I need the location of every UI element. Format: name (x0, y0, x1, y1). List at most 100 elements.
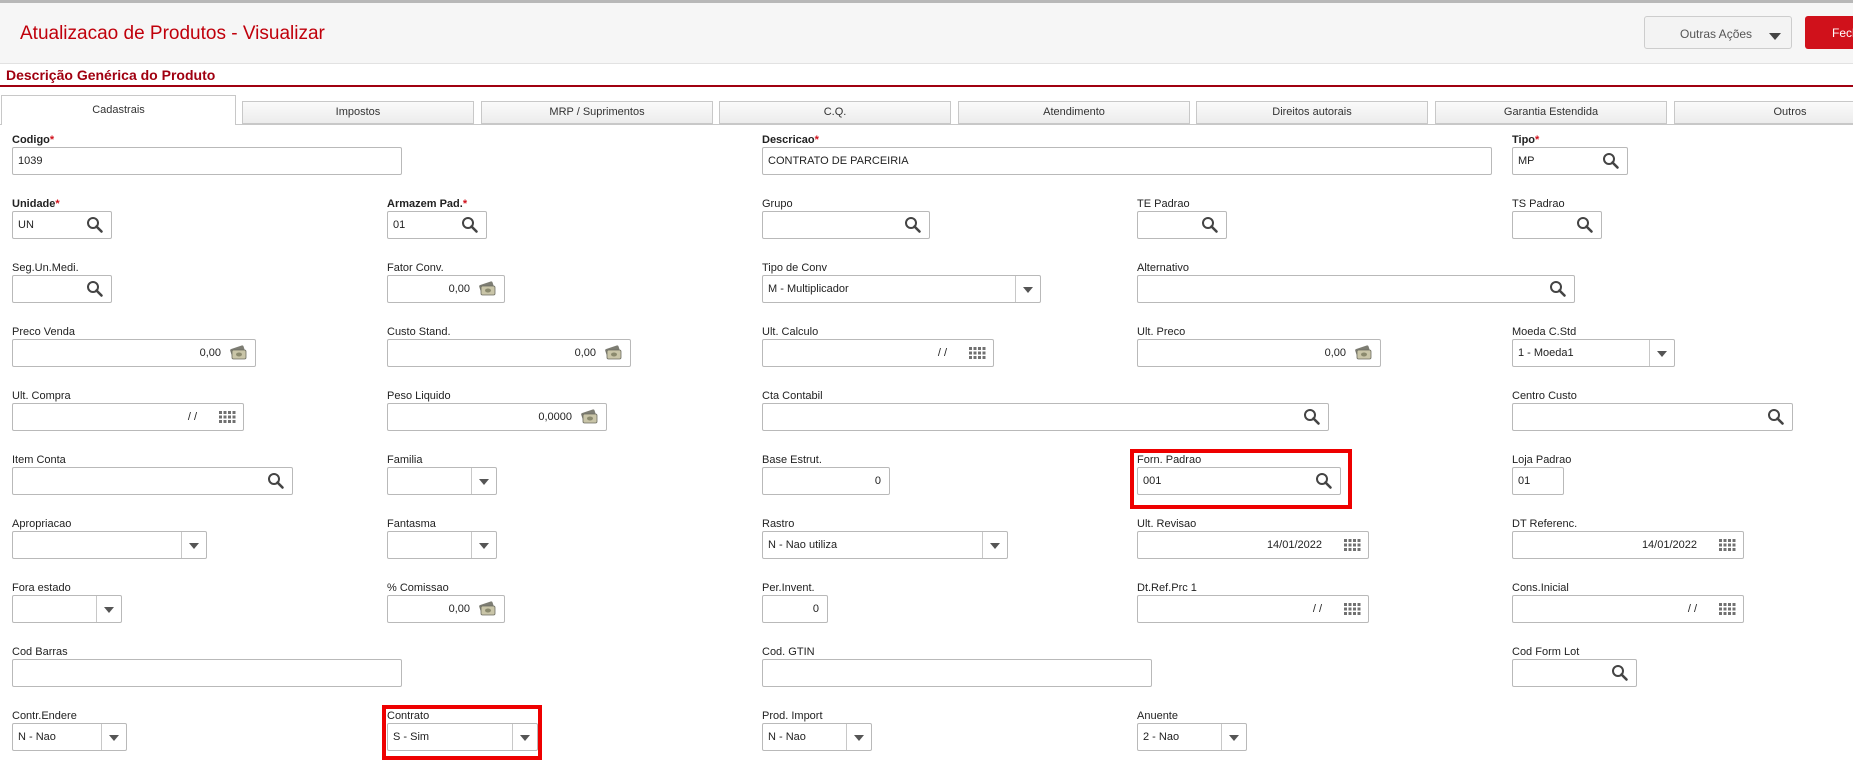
dropdown-button[interactable] (512, 724, 537, 750)
te-padrao-field[interactable] (1137, 211, 1227, 239)
cod-barras-field[interactable] (12, 659, 402, 687)
calculator-icon[interactable] (580, 407, 600, 427)
comissao-value: 0,00 (448, 603, 470, 615)
dt-referenc-field[interactable]: 14/01/2022 (1512, 531, 1744, 559)
unidade-field[interactable]: UN (12, 211, 112, 239)
contr-endere-select[interactable]: N - Nao (12, 723, 127, 751)
outras-acoes-button[interactable]: Outras Ações (1644, 16, 1792, 49)
search-icon[interactable] (1601, 151, 1621, 171)
chevron-down-icon (1023, 287, 1033, 293)
tab-atendimento[interactable]: Atendimento (958, 101, 1190, 124)
dropdown-button[interactable] (101, 724, 126, 750)
item-conta-field[interactable] (12, 467, 293, 495)
search-icon[interactable] (85, 279, 105, 299)
search-icon[interactable] (1302, 407, 1322, 427)
calendar-icon[interactable] (1342, 599, 1362, 619)
dropdown-button[interactable] (1015, 276, 1040, 302)
ult-calculo-value: / / (937, 347, 947, 359)
codigo-field[interactable]: 1039 (12, 147, 402, 175)
calendar-icon[interactable] (1717, 599, 1737, 619)
search-icon[interactable] (1766, 407, 1786, 427)
fora-estado-select[interactable] (12, 595, 122, 623)
tab-impostos[interactable]: Impostos (242, 101, 474, 124)
search-icon[interactable] (1314, 471, 1334, 491)
chevron-down-icon (1657, 351, 1667, 357)
anuente-select[interactable]: 2 - Nao (1137, 723, 1247, 751)
calculator-icon[interactable] (478, 279, 498, 299)
familia-select[interactable] (387, 467, 497, 495)
search-icon[interactable] (85, 215, 105, 235)
ult-compra-field[interactable]: / / (12, 403, 244, 431)
fechar-button[interactable]: Fechar (1805, 16, 1853, 49)
calendar-icon[interactable] (1342, 535, 1362, 555)
dropdown-button[interactable] (471, 468, 496, 494)
alternativo-field[interactable] (1137, 275, 1575, 303)
fator-conv-field[interactable]: 0,00 (387, 275, 505, 303)
armazem-field[interactable]: 01 (387, 211, 487, 239)
forn-padrao-field[interactable]: 001 (1137, 467, 1341, 495)
ts-padrao-field[interactable] (1512, 211, 1602, 239)
calendar-icon[interactable] (1717, 535, 1737, 555)
ult-preco-value: 0,00 (1324, 347, 1346, 359)
calculator-icon[interactable] (604, 343, 624, 363)
peso-liquido-field[interactable]: 0,0000 (387, 403, 607, 431)
moeda-cstd-select[interactable]: 1 - Moeda1 (1512, 339, 1675, 367)
tab-cq[interactable]: C.Q. (719, 101, 951, 124)
unidade-label: Unidade* (12, 198, 60, 210)
calculator-icon[interactable] (478, 599, 498, 619)
preco-venda-field[interactable]: 0,00 (12, 339, 256, 367)
descricao-field[interactable]: CONTRATO DE PARCEIRIA (762, 147, 1492, 175)
tipo-conv-select[interactable]: M - Multiplicador (762, 275, 1041, 303)
dropdown-button[interactable] (96, 596, 121, 622)
apropriacao-select[interactable] (12, 531, 207, 559)
custo-stand-field[interactable]: 0,00 (387, 339, 631, 367)
tab-direitos-autorais[interactable]: Direitos autorais (1196, 101, 1428, 124)
tab-mrp-suprimentos[interactable]: MRP / Suprimentos (481, 101, 713, 124)
tab-garantia-estendida[interactable]: Garantia Estendida (1435, 101, 1667, 124)
dropdown-button[interactable] (1649, 340, 1674, 366)
tab-outros[interactable]: Outros (1674, 101, 1853, 124)
dropdown-button[interactable] (181, 532, 206, 558)
dt-ref-prc1-field[interactable]: / / (1137, 595, 1369, 623)
ult-preco-field[interactable]: 0,00 (1137, 339, 1381, 367)
dropdown-button[interactable] (982, 532, 1007, 558)
cod-form-lot-field[interactable] (1512, 659, 1637, 687)
search-icon[interactable] (1548, 279, 1568, 299)
ult-calculo-field[interactable]: / / (762, 339, 994, 367)
custo-stand-value: 0,00 (574, 347, 596, 359)
calculator-icon[interactable] (229, 343, 249, 363)
cta-contabil-field[interactable] (762, 403, 1329, 431)
calendar-icon[interactable] (967, 343, 987, 363)
fantasma-select[interactable] (387, 531, 497, 559)
cons-inicial-field[interactable]: / / (1512, 595, 1744, 623)
dropdown-button[interactable] (471, 532, 496, 558)
comissao-field[interactable]: 0,00 (387, 595, 505, 623)
search-icon[interactable] (460, 215, 480, 235)
cons-inicial-label: Cons.Inicial (1512, 582, 1569, 594)
tab-cadastrais[interactable]: Cadastrais (1, 95, 236, 125)
search-icon[interactable] (266, 471, 286, 491)
per-invent-field[interactable]: 0 (762, 595, 828, 623)
loja-padrao-field[interactable]: 01 (1512, 467, 1564, 495)
calculator-icon[interactable] (1354, 343, 1374, 363)
ult-revisao-value: 14/01/2022 (1266, 539, 1322, 551)
prod-import-select[interactable]: N - Nao (762, 723, 872, 751)
contrato-select[interactable]: S - Sim (387, 723, 538, 751)
ts-padrao-label: TS Padrao (1512, 198, 1565, 210)
dropdown-button[interactable] (846, 724, 871, 750)
search-icon[interactable] (903, 215, 923, 235)
loja-padrao-value: 01 (1518, 475, 1531, 487)
search-icon[interactable] (1610, 663, 1630, 683)
centro-custo-field[interactable] (1512, 403, 1793, 431)
search-icon[interactable] (1575, 215, 1595, 235)
grupo-field[interactable] (762, 211, 930, 239)
rastro-select[interactable]: N - Nao utiliza (762, 531, 1008, 559)
ult-revisao-field[interactable]: 14/01/2022 (1137, 531, 1369, 559)
calendar-icon[interactable] (217, 407, 237, 427)
search-icon[interactable] (1200, 215, 1220, 235)
cod-gtin-field[interactable] (762, 659, 1152, 687)
tipo-field[interactable]: MP (1512, 147, 1628, 175)
seg-un-field[interactable] (12, 275, 112, 303)
dropdown-button[interactable] (1221, 724, 1246, 750)
base-estrut-field[interactable]: 0 (762, 467, 890, 495)
